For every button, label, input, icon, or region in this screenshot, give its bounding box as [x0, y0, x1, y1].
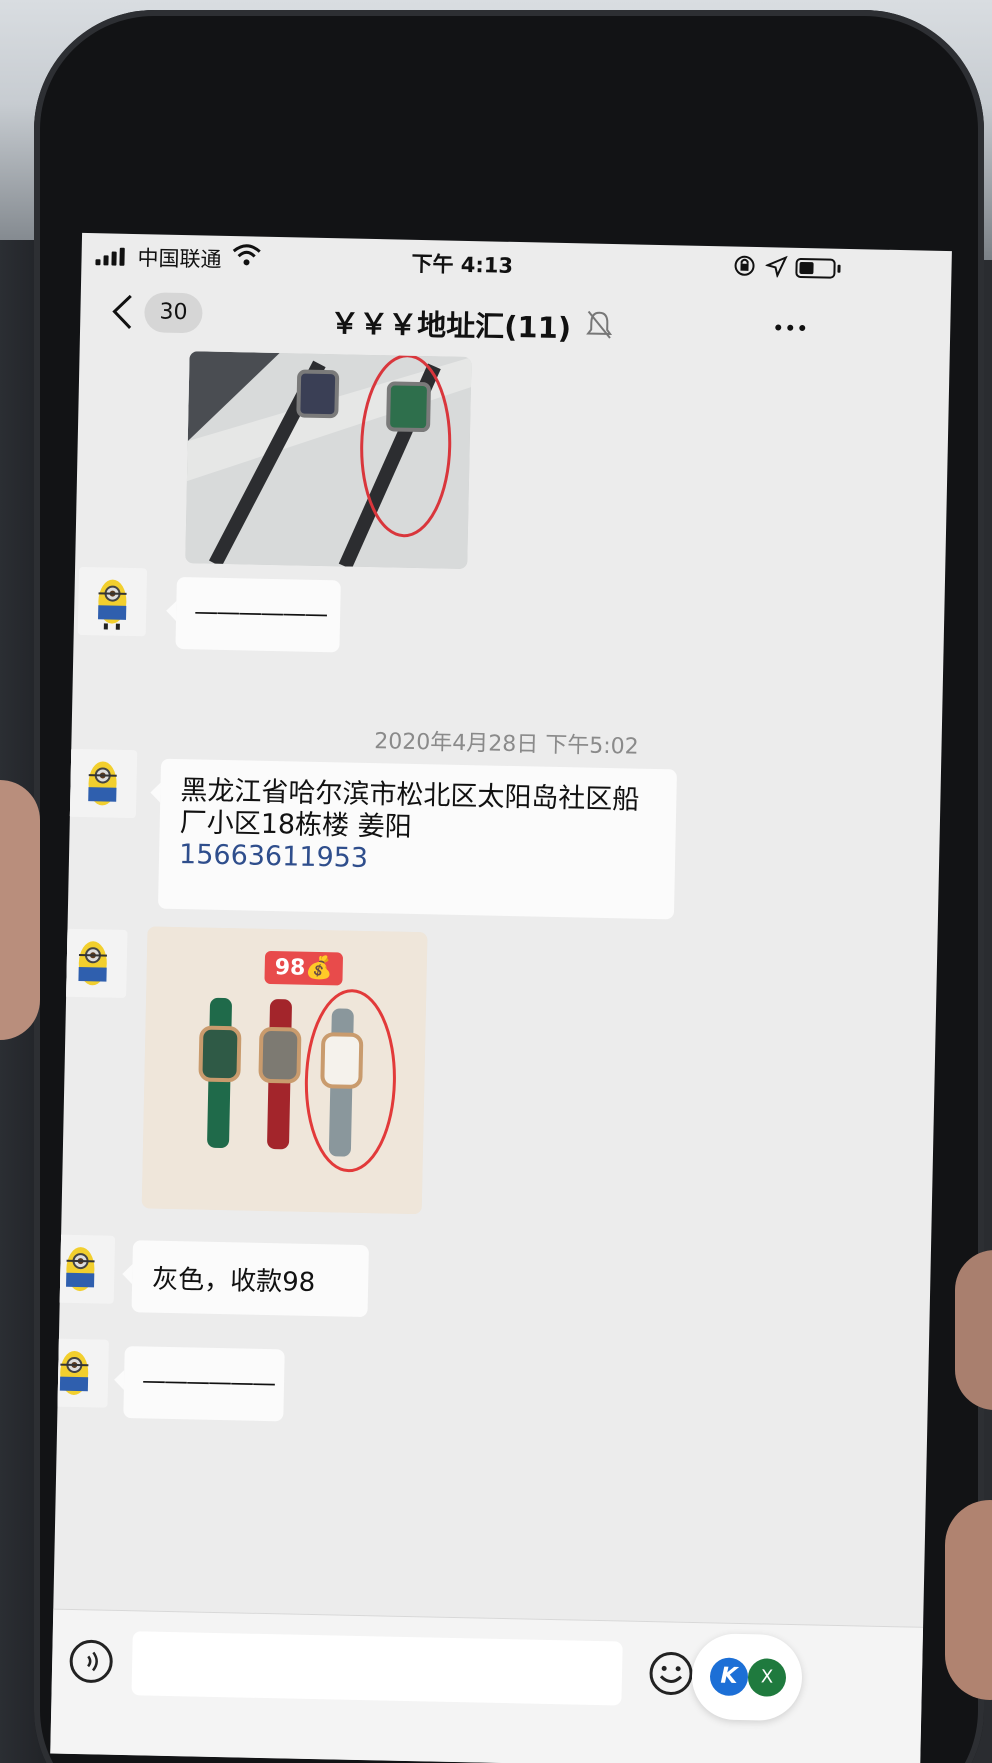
location-icon — [765, 255, 788, 278]
avatar[interactable] — [50, 1338, 109, 1408]
wifi-icon — [232, 244, 261, 266]
more-options-button[interactable] — [770, 315, 810, 340]
chevron-left-icon[interactable] — [110, 292, 135, 332]
watch-photo-black[interactable] — [185, 351, 472, 570]
finger-right-upper — [955, 1250, 992, 1410]
avatar[interactable] — [77, 566, 148, 637]
minion-avatar-icon — [77, 566, 148, 637]
address-text: 黑龙江省哈尔滨市松北区太阳岛社区船厂小区18栋楼 姜阳 — [179, 775, 640, 843]
price-tag: 98💰 — [264, 950, 344, 986]
avatar[interactable] — [58, 928, 128, 998]
message-bubble-reply[interactable]: 灰色，收款98 — [131, 1240, 369, 1318]
k-app-icon[interactable]: K — [709, 1657, 749, 1697]
message-bubble-address[interactable]: 黑龙江省哈尔滨市松北区太阳岛社区船厂小区18栋楼 姜阳 15663611953 — [157, 758, 677, 920]
message-input[interactable] — [131, 1631, 623, 1706]
voice-icon[interactable] — [68, 1638, 115, 1685]
finger-left — [0, 780, 40, 1040]
signal-icon — [95, 247, 125, 266]
chat-input-bar: K X — [50, 1608, 924, 1763]
minion-avatar-icon — [58, 928, 128, 998]
message-bubble-dash[interactable]: —————— — [175, 576, 341, 653]
unread-count-badge[interactable]: 30 — [144, 292, 203, 334]
chat-title: ￥￥￥地址汇(11) — [329, 306, 572, 346]
avatar[interactable] — [50, 1234, 116, 1304]
rotation-lock-icon — [734, 255, 755, 276]
battery-icon — [795, 257, 836, 279]
finger-right-lower — [945, 1500, 992, 1700]
bell-slash-icon — [586, 310, 613, 339]
minion-avatar-icon — [67, 748, 138, 819]
smile-icon[interactable] — [648, 1650, 695, 1697]
watch-photo-colors[interactable]: 98💰 — [141, 926, 428, 1215]
phone-screen: 中国联通 下午 4:13 30 ￥￥￥地址汇(11) —————— 2020年4… — [50, 232, 952, 1763]
x-app-icon[interactable]: X — [747, 1658, 787, 1697]
floating-app-buttons[interactable]: K X — [691, 1632, 803, 1722]
ellipsis-icon — [775, 324, 782, 331]
message-bubble-dash[interactable]: —————— — [123, 1346, 285, 1422]
message-list[interactable]: —————— 2020年4月28日 下午5:02 黑龙江省哈尔滨市松北区太阳岛社… — [50, 349, 949, 1627]
carrier-name: 中国联通 — [137, 246, 222, 272]
minion-avatar-icon — [50, 1338, 109, 1408]
minion-avatar-icon — [50, 1234, 116, 1304]
avatar[interactable] — [67, 748, 138, 819]
battery-tip — [837, 264, 841, 273]
status-time: 下午 4:13 — [411, 251, 514, 278]
